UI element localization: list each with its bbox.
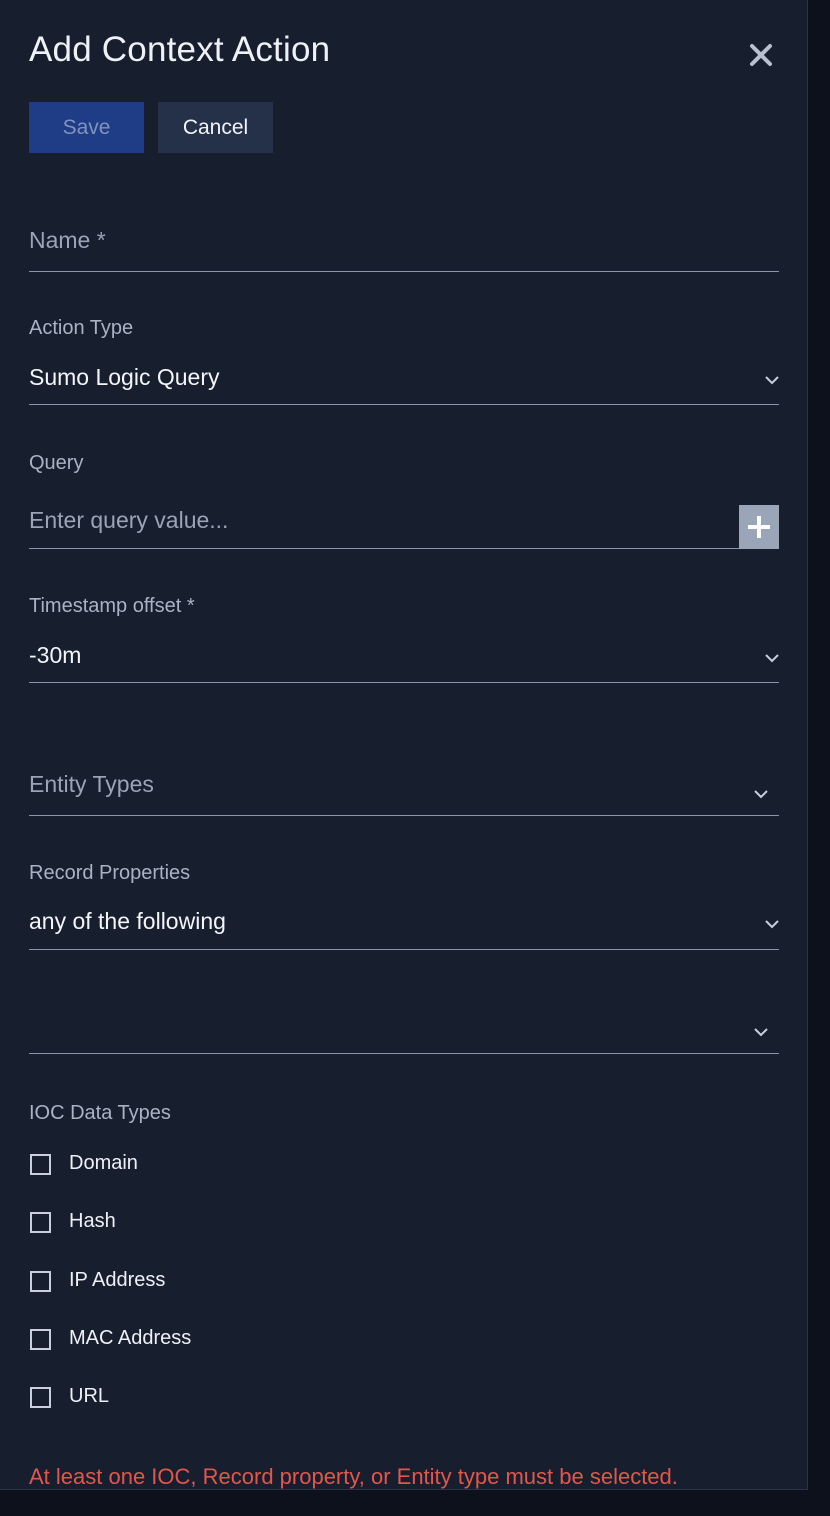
ioc-checkbox-domain[interactable]: Domain bbox=[29, 1152, 429, 1181]
checkbox-label: MAC Address bbox=[69, 1327, 192, 1349]
checkbox[interactable] bbox=[30, 1329, 51, 1350]
dialog-title: Add Context Action bbox=[29, 30, 331, 69]
add-context-action-panel: Add Context Action Save Cancel Name * Ac… bbox=[0, 0, 808, 1490]
chevron-down-icon[interactable] bbox=[763, 652, 781, 664]
timestamp-offset-label: Timestamp offset * bbox=[29, 595, 195, 617]
timestamp-offset-underline bbox=[29, 682, 779, 683]
checkbox-label: Domain bbox=[69, 1152, 138, 1174]
name-field-underline bbox=[29, 271, 779, 272]
ioc-checkbox-hash[interactable]: Hash bbox=[29, 1210, 429, 1239]
checkbox[interactable] bbox=[30, 1212, 51, 1233]
ioc-checkbox-url[interactable]: URL bbox=[29, 1385, 429, 1414]
query-label: Query bbox=[29, 452, 84, 474]
checkbox[interactable] bbox=[30, 1154, 51, 1175]
chevron-down-icon[interactable] bbox=[752, 788, 770, 800]
add-query-button[interactable] bbox=[739, 505, 779, 549]
entity-types-placeholder: Entity Types bbox=[29, 771, 154, 797]
checkbox[interactable] bbox=[30, 1271, 51, 1292]
chevron-down-icon[interactable] bbox=[763, 918, 781, 930]
query-underline bbox=[29, 548, 739, 549]
query-input[interactable] bbox=[29, 500, 734, 540]
plus-icon bbox=[748, 516, 770, 538]
chevron-down-icon[interactable] bbox=[763, 374, 781, 386]
action-type-label: Action Type bbox=[29, 317, 134, 339]
checkbox-label: Hash bbox=[69, 1210, 116, 1232]
checkbox[interactable] bbox=[30, 1387, 51, 1408]
ioc-checkbox-mac-address[interactable]: MAC Address bbox=[29, 1327, 429, 1356]
record-properties-underline bbox=[29, 949, 779, 950]
cancel-button[interactable]: Cancel bbox=[158, 102, 273, 153]
save-button[interactable]: Save bbox=[29, 102, 144, 153]
chevron-down-icon[interactable] bbox=[752, 1026, 770, 1038]
ioc-checkbox-ip-address[interactable]: IP Address bbox=[29, 1269, 429, 1298]
action-type-underline bbox=[29, 404, 779, 405]
action-type-value: Sumo Logic Query bbox=[29, 364, 220, 390]
validation-error-message: At least one IOC, Record property, or En… bbox=[29, 1464, 678, 1489]
checkbox-label: URL bbox=[69, 1385, 110, 1407]
timestamp-offset-value: -30m bbox=[29, 642, 82, 668]
checkbox-label: IP Address bbox=[69, 1269, 166, 1291]
name-field-label: Name * bbox=[29, 227, 106, 253]
record-properties-list-underline bbox=[29, 1053, 779, 1054]
record-properties-value: any of the following bbox=[29, 908, 226, 934]
ioc-data-types-label: IOC Data Types bbox=[29, 1102, 171, 1124]
close-icon[interactable] bbox=[746, 40, 776, 70]
record-properties-label: Record Properties bbox=[29, 862, 191, 884]
entity-types-underline bbox=[29, 815, 779, 816]
